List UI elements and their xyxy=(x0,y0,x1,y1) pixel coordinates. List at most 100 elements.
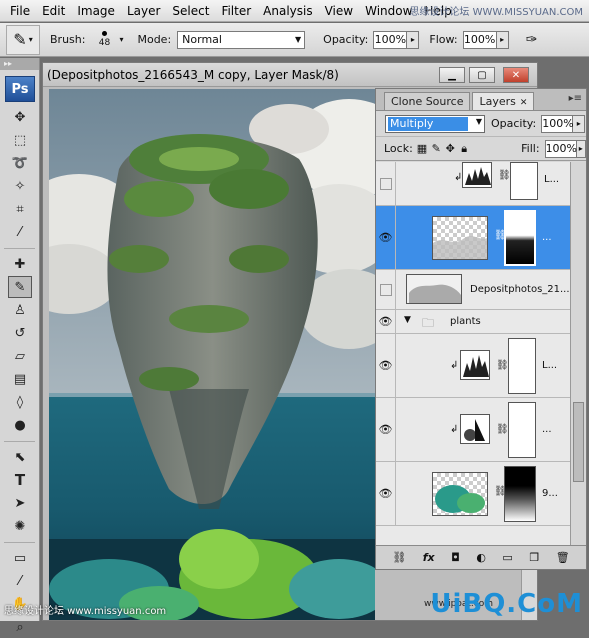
image-canvas[interactable] xyxy=(49,89,375,620)
group-expand-icon[interactable]: ▼ xyxy=(404,315,411,325)
visibility-toggle[interactable] xyxy=(376,270,396,309)
mask-thumbnail[interactable] xyxy=(508,338,536,394)
lock-label: Lock: xyxy=(384,142,413,155)
opacity-input[interactable]: 100% xyxy=(373,30,408,49)
menu-file[interactable]: File xyxy=(4,0,36,22)
magic-wand-tool-icon[interactable]: ✧ xyxy=(8,175,32,197)
document-title-bar[interactable]: (Depositphotos_2166543_M copy, Layer Mas… xyxy=(43,63,537,87)
tool-preset-picker[interactable]: ✎ ▾ xyxy=(6,24,40,55)
mode-select[interactable]: Normal ▼ xyxy=(177,30,306,49)
layers-scroll-thumb[interactable] xyxy=(573,402,584,482)
layer-thumbnail[interactable] xyxy=(406,274,462,304)
visibility-toggle[interactable]: 👁︎ xyxy=(376,310,396,333)
ps-logo[interactable]: Ps xyxy=(5,76,35,102)
path-selection-tool-icon[interactable]: ➤ xyxy=(8,492,32,514)
new-group-icon[interactable]: ▭ xyxy=(502,551,512,564)
panel-menu-icon[interactable]: ▸≡ xyxy=(569,93,582,104)
tab-clone-source[interactable]: Clone Source xyxy=(384,92,471,110)
brush-tool-icon[interactable]: ✎ xyxy=(8,276,32,298)
layer-opacity-arrow-icon[interactable]: ▸ xyxy=(573,114,586,133)
lock-transparent-icon[interactable]: ▦ xyxy=(417,142,427,155)
close-icon[interactable]: ✕ xyxy=(520,98,528,108)
adjustment-thumbnail[interactable] xyxy=(460,350,490,380)
layer-name: ... xyxy=(542,424,552,435)
lock-position-icon[interactable]: ✥ xyxy=(445,142,455,155)
crop-tool-icon[interactable]: ⌗ xyxy=(8,198,32,220)
eraser-tool-icon[interactable]: ▱ xyxy=(8,345,32,367)
flow-slider-arrow-icon[interactable]: ▸ xyxy=(496,30,509,49)
mask-thumbnail[interactable] xyxy=(508,402,536,458)
link-layers-icon[interactable]: ⛓︎ xyxy=(392,551,406,564)
layer-row[interactable]: 👁︎ ↲ ⛓︎ ... xyxy=(376,398,572,462)
rock-sketch-icon xyxy=(409,284,461,303)
visibility-toggle[interactable]: 👁︎ xyxy=(376,334,396,397)
fill-input[interactable]: 100% xyxy=(544,139,577,158)
blur-tool-icon[interactable]: ◊ xyxy=(8,391,32,413)
layers-scrollbar[interactable] xyxy=(570,162,586,545)
mask-thumbnail[interactable] xyxy=(504,466,536,522)
brush-picker[interactable]: 48 xyxy=(91,25,117,55)
menu-view[interactable]: View xyxy=(319,0,359,22)
layer-row[interactable]: 👁︎ ⛓︎ 9... xyxy=(376,462,572,526)
restore-button[interactable]: ▢ xyxy=(469,67,495,83)
close-button[interactable]: ✕ xyxy=(503,67,529,83)
layer-row[interactable]: ↲ ⛓︎ L... xyxy=(376,162,572,206)
menu-analysis[interactable]: Analysis xyxy=(257,0,318,22)
menu-layer[interactable]: Layer xyxy=(121,0,166,22)
tab-layers[interactable]: Layers ✕ xyxy=(472,92,535,110)
eyedropper-tool-icon[interactable]: ⁄ xyxy=(8,221,32,243)
fill-arrow-icon[interactable]: ▸ xyxy=(576,139,587,158)
minimize-button[interactable]: ▁ xyxy=(439,67,465,83)
mask-thumbnail[interactable] xyxy=(510,162,538,200)
menu-filter[interactable]: Filter xyxy=(215,0,257,22)
layer-thumbnail[interactable] xyxy=(432,472,488,516)
levels-histogram-icon xyxy=(463,355,489,377)
flow-input[interactable]: 100% xyxy=(462,30,497,49)
menu-select[interactable]: Select xyxy=(166,0,215,22)
lock-image-icon[interactable]: ✎ xyxy=(431,142,441,155)
healing-brush-tool-icon[interactable]: ✚ xyxy=(8,253,32,275)
marquee-tool-icon[interactable]: ⬚ xyxy=(8,129,32,151)
history-brush-tool-icon[interactable]: ↺ xyxy=(8,322,32,344)
blend-mode-select[interactable]: Multiply ▼ xyxy=(385,114,485,133)
adjustment-thumbnail[interactable] xyxy=(462,162,492,188)
layer-opacity-input[interactable]: 100% xyxy=(541,114,574,133)
layer-row[interactable]: Depositphotos_21... xyxy=(376,270,572,310)
layer-style-icon[interactable]: fx xyxy=(423,551,435,564)
opacity-slider-arrow-icon[interactable]: ▸ xyxy=(407,30,420,49)
new-layer-icon[interactable]: ❐ xyxy=(529,551,539,564)
trash-icon[interactable]: 🗑︎ xyxy=(556,551,570,564)
layer-row[interactable]: 👁︎ ↲ ⛓︎ L... xyxy=(376,334,572,398)
chevron-down-icon: ▼ xyxy=(475,116,482,126)
visibility-toggle[interactable] xyxy=(376,162,396,205)
airbrush-icon[interactable]: ✑ xyxy=(519,27,545,53)
mask-thumbnail[interactable] xyxy=(504,210,536,266)
eye-hidden-icon xyxy=(379,177,392,190)
curves-thumbnail[interactable] xyxy=(460,414,490,444)
blend-mode-value: Multiply xyxy=(388,116,468,131)
custom-shape-tool-icon[interactable]: ✺ xyxy=(8,515,32,537)
lasso-tool-icon[interactable]: ➰ xyxy=(8,152,32,174)
eyedropper-2-tool-icon[interactable]: ⁄ xyxy=(8,570,32,592)
brush-picker-arrow-icon[interactable]: ▾ xyxy=(119,35,123,44)
layer-row-selected[interactable]: 👁︎ ⛓︎ ... xyxy=(376,206,572,270)
move-tool-icon[interactable]: ✥ xyxy=(8,106,32,128)
visibility-toggle[interactable]: 👁︎ xyxy=(376,206,396,269)
menu-edit[interactable]: Edit xyxy=(36,0,71,22)
adjustment-layer-icon[interactable]: ◐ xyxy=(476,551,486,564)
gradient-tool-icon[interactable]: ▤ xyxy=(8,368,32,390)
add-mask-icon[interactable]: ◘ xyxy=(451,551,460,564)
notes-tool-icon[interactable]: ▭ xyxy=(8,547,32,569)
visibility-toggle[interactable]: 👁︎ xyxy=(376,398,396,461)
zoom-tool-icon[interactable]: ⌕ xyxy=(8,616,32,638)
layer-group-row[interactable]: 👁︎ ▼ 🗀︎ plants xyxy=(376,310,572,334)
dodge-tool-icon[interactable]: ● xyxy=(8,414,32,436)
lock-all-icon[interactable]: 🔒︎ xyxy=(459,142,469,155)
type-tool-icon[interactable]: T xyxy=(8,469,32,491)
layer-thumbnail[interactable] xyxy=(432,216,488,260)
clone-stamp-tool-icon[interactable]: ♙ xyxy=(8,299,32,321)
menu-image[interactable]: Image xyxy=(71,0,121,22)
pen-tool-icon[interactable]: ⬉ xyxy=(8,446,32,468)
toolbox-grip[interactable]: ▸▸ xyxy=(0,58,39,70)
visibility-toggle[interactable]: 👁︎ xyxy=(376,462,396,525)
